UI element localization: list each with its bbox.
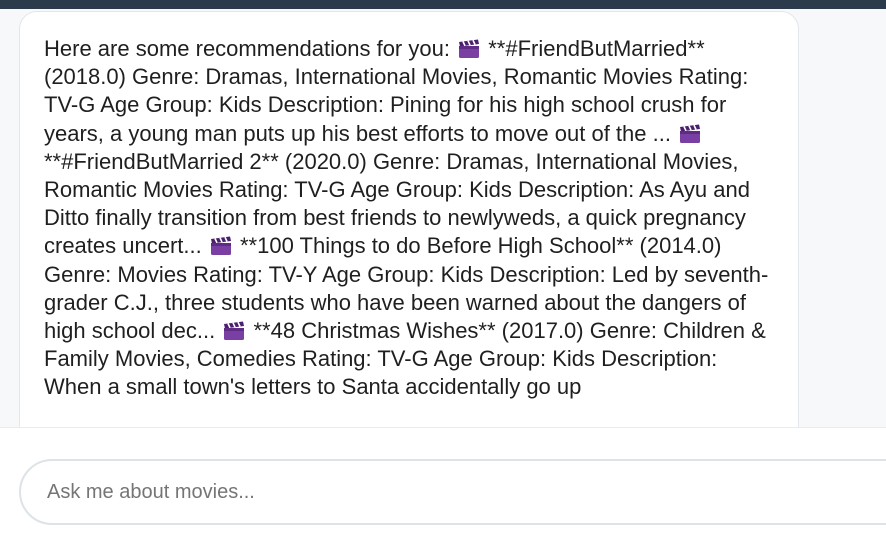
assistant-message-bubble: Here are some recommendations for you: *… [19,11,799,427]
clapper-board-icon [459,39,480,58]
message-intro: Here are some recommendations for you: [44,36,450,61]
clapper-board-icon [210,236,231,256]
clapper-board-icon [224,321,245,341]
chat-input-area [0,427,886,538]
assistant-message-text: Here are some recommendations for you: *… [44,35,774,402]
top-bar [0,0,886,9]
chat-input[interactable] [19,459,886,525]
chat-messages-area[interactable]: Here are some recommendations for you: *… [0,9,886,427]
clapper-board-icon [680,124,701,143]
